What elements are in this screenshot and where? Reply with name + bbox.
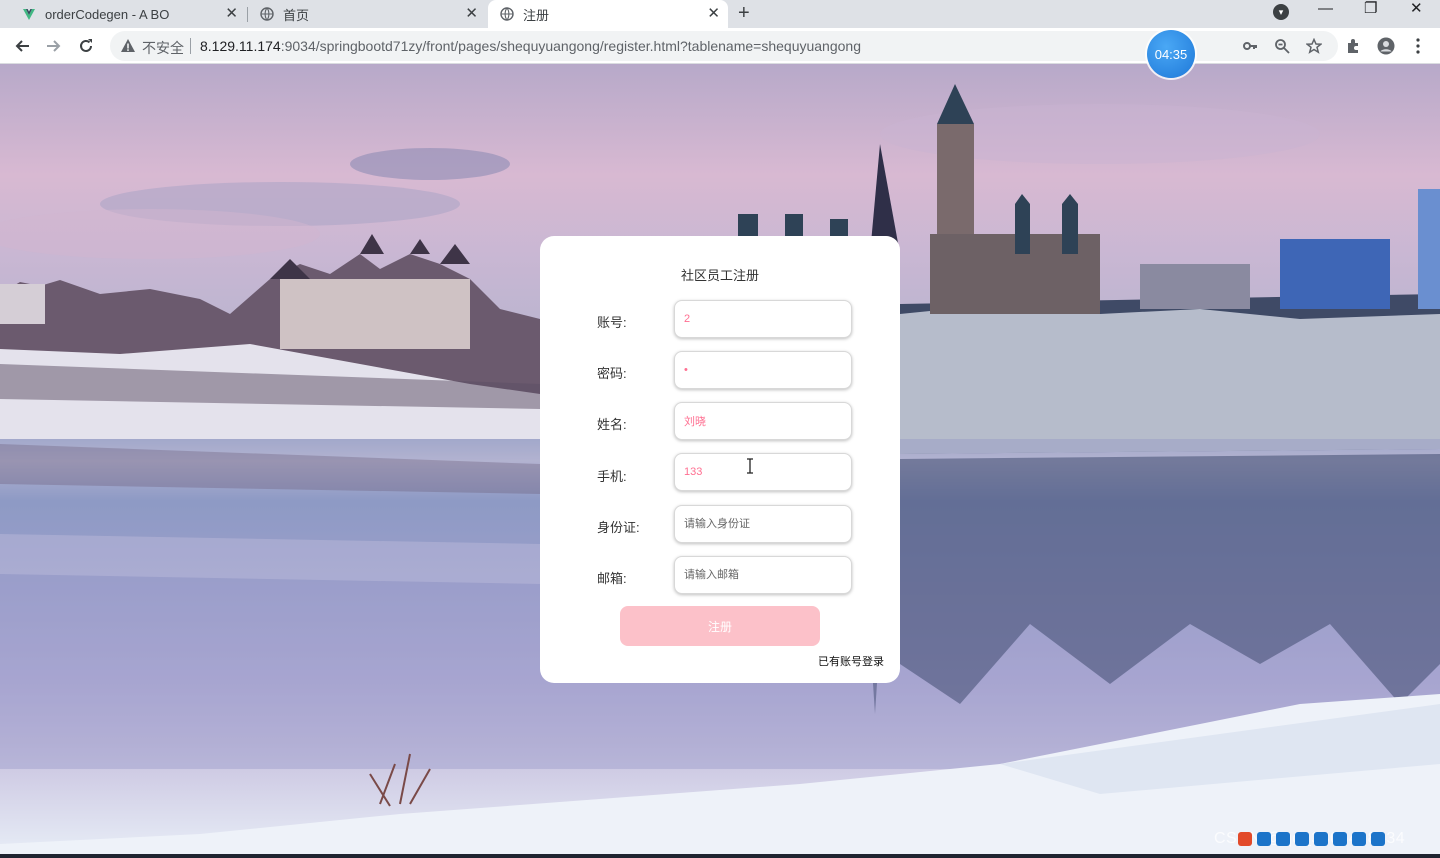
close-tab-icon[interactable]: ✕	[707, 6, 720, 22]
tab-search-icon[interactable]: ▾	[1273, 4, 1289, 20]
tab-title: 首页	[283, 7, 310, 23]
grid-icon[interactable]	[1371, 832, 1385, 846]
password-input[interactable]	[674, 351, 852, 389]
tab-title: 注册	[523, 7, 550, 23]
extensions-icon[interactable]	[1344, 36, 1364, 56]
globe-icon	[260, 7, 274, 21]
email-input[interactable]	[674, 556, 852, 594]
shirt-icon[interactable]	[1352, 832, 1366, 846]
browser-toolbar: 不安全 8.129.11.174:9034/springbootd71zy/fr…	[0, 28, 1440, 64]
url-text[interactable]: 8.129.11.174:9034/springbootd71zy/front/…	[200, 38, 861, 54]
system-tray	[1238, 832, 1385, 846]
globe-icon	[500, 7, 514, 21]
forward-icon[interactable]	[44, 36, 64, 56]
zoom-icon[interactable]	[1273, 37, 1291, 55]
text-cursor-icon	[747, 458, 753, 474]
ime-icon[interactable]	[1257, 832, 1271, 846]
minimize-button[interactable]: —	[1318, 0, 1333, 18]
emoji-icon[interactable]	[1295, 832, 1309, 846]
login-link[interactable]: 已有账号登录	[818, 653, 884, 669]
timer-badge[interactable]: 04:35	[1147, 30, 1195, 78]
csdn-logo-icon	[1238, 832, 1252, 846]
page-background: 社区员工注册 账号: 密码: 姓名: 手机: 身份证: 邮箱: 注册 已有账号登…	[0, 64, 1440, 858]
tab-home[interactable]: 首页 ✕	[248, 0, 486, 28]
register-card: 社区员工注册 账号: 密码: 姓名: 手机: 身份证: 邮箱: 注册 已有账号登…	[540, 236, 900, 683]
key-icon[interactable]	[1241, 37, 1259, 55]
reload-icon[interactable]	[76, 36, 96, 56]
close-window-button[interactable]: ✕	[1410, 0, 1423, 18]
username-input[interactable]	[674, 300, 852, 338]
tab-strip: orderCodegen - A BO ✕ 首页 ✕ 注册 ✕ + ▾ — ❐ …	[0, 0, 1440, 28]
email-label: 邮箱:	[597, 571, 627, 586]
taskbar-edge	[0, 854, 1440, 858]
keyboard-icon[interactable]	[1333, 832, 1347, 846]
name-label: 姓名:	[597, 417, 627, 432]
tab-title: orderCodegen - A BO	[45, 6, 170, 22]
tab-ordercodegen[interactable]: orderCodegen - A BO ✕	[0, 0, 246, 28]
form-title: 社区员工注册	[680, 268, 759, 283]
profile-avatar-icon[interactable]	[1376, 36, 1396, 56]
phone-input[interactable]	[674, 453, 852, 491]
new-tab-button[interactable]: +	[738, 2, 750, 24]
close-tab-icon[interactable]: ✕	[225, 6, 238, 22]
bookmark-star-icon[interactable]	[1305, 37, 1323, 55]
password-label: 密码:	[597, 366, 627, 381]
close-tab-icon[interactable]: ✕	[465, 6, 478, 22]
name-input[interactable]	[674, 402, 852, 440]
punctuation-icon[interactable]	[1276, 832, 1290, 846]
restore-button[interactable]: ❐	[1364, 0, 1377, 18]
microphone-icon[interactable]	[1314, 832, 1328, 846]
register-button[interactable]: 注册	[620, 606, 820, 646]
omnibox-divider	[190, 38, 191, 54]
warning-icon[interactable]	[120, 38, 136, 54]
back-icon[interactable]	[12, 36, 32, 56]
username-label: 账号:	[597, 315, 627, 330]
security-label: 不安全	[142, 40, 184, 56]
vue-icon	[22, 7, 36, 21]
tab-register[interactable]: 注册 ✕	[488, 0, 728, 28]
id-card-label: 身份证:	[597, 520, 640, 535]
menu-kebab-icon[interactable]	[1408, 36, 1428, 56]
phone-label: 手机:	[597, 469, 627, 484]
id-card-input[interactable]	[674, 505, 852, 543]
